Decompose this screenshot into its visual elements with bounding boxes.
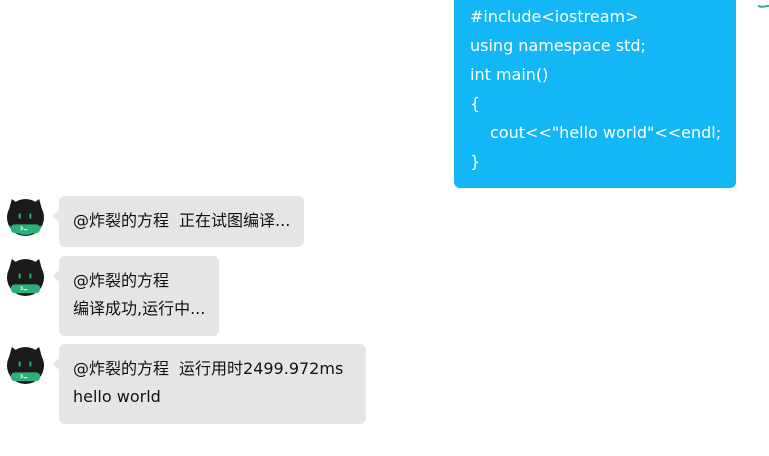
mention-tag[interactable]: @炸裂的方程 bbox=[73, 267, 205, 295]
code-line-include: #include<iostream> bbox=[470, 7, 639, 26]
status-text: 运行用时2499.972ms bbox=[179, 359, 344, 378]
mention-tag[interactable]: @炸裂的方程 bbox=[73, 359, 169, 378]
incoming-bubble[interactable]: @炸裂的方程 正在试图编译... bbox=[52, 196, 305, 247]
incoming-bubble[interactable]: @炸裂的方程 编译成功,运行中... bbox=[52, 256, 220, 336]
status-text: 编译成功,运行中... bbox=[73, 299, 206, 318]
corner-swoosh-icon bbox=[754, 0, 769, 10]
bot-avatar-icon[interactable] bbox=[6, 346, 45, 385]
code-line-close-brace: } bbox=[470, 152, 481, 171]
chat-window: #include<iostream> using namespace std; … bbox=[0, 0, 769, 456]
status-text: 正在试图编译... bbox=[179, 211, 291, 230]
program-output: hello world bbox=[73, 387, 161, 406]
bot-avatar-icon[interactable] bbox=[6, 258, 45, 297]
mention-tag[interactable]: @炸裂的方程 bbox=[73, 211, 169, 230]
code-line-open-brace: { bbox=[470, 94, 481, 113]
bot-avatar-icon[interactable] bbox=[6, 198, 45, 237]
code-line-cout: cout<<"hello world"<<endl; bbox=[490, 123, 722, 142]
code-line-main: int main() bbox=[470, 65, 549, 84]
outgoing-code-bubble[interactable]: #include<iostream> using namespace std; … bbox=[454, 0, 736, 188]
code-line-namespace: using namespace std; bbox=[470, 36, 646, 55]
incoming-bubble[interactable]: @炸裂的方程 运行用时2499.972ms hello world bbox=[53, 344, 366, 424]
